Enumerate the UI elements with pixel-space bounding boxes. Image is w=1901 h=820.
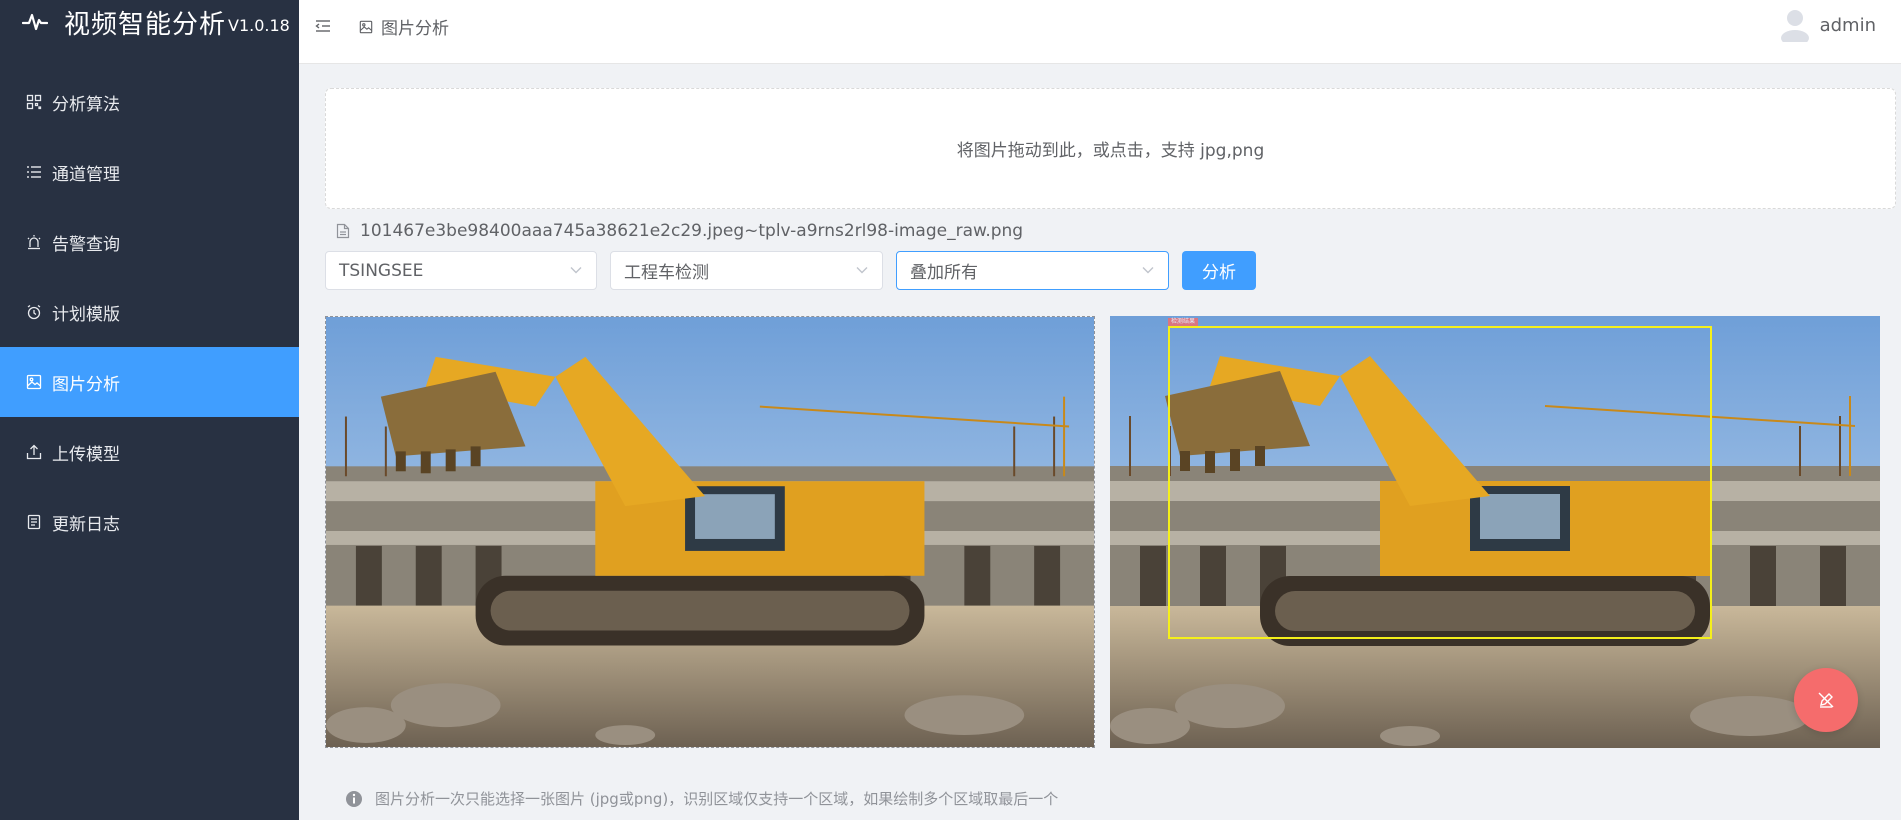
collapse-sidebar-icon[interactable] [315,18,331,34]
sidebar: 视频智能分析 V1.0.18 分析算法 通道管理 告警查询 计划模版 图片分析 … [0,0,299,820]
clear-region-button[interactable] [1794,668,1858,732]
chevron-down-icon [856,267,868,274]
pulse-logo-icon [22,13,48,31]
usage-note: 图片分析一次只能选择一张图片 (jpg或png)，识别区域仅支持一个区域，如果绘… [345,788,1058,809]
detection-box [1168,326,1712,639]
overlay-select[interactable]: 叠加所有 [896,251,1169,290]
algorithm-select-value: 工程车检测 [624,263,709,283]
sidebar-item-alarms[interactable]: 告警查询 [0,207,299,277]
username: admin [1819,14,1876,36]
file-icon [336,223,350,239]
sidebar-item-label: 告警查询 [52,234,120,255]
sidebar-item-upload-model[interactable]: 上传模型 [0,417,299,487]
overlay-select-value: 叠加所有 [910,263,978,283]
selected-file: 101467e3be98400aaa745a38621e2c29.jpeg~tp… [336,221,1023,241]
upload-hint: 将图片拖动到此，或点击，支持 jpg,png [956,141,1265,161]
app-version: V1.0.18 [228,15,290,35]
sidebar-item-schedules[interactable]: 计划模版 [0,277,299,347]
sidebar-menu: 分析算法 通道管理 告警查询 计划模版 图片分析 上传模型 更新日志 [0,67,299,557]
sidebar-item-image-analysis[interactable]: 图片分析 [0,347,299,417]
sidebar-item-label: 通道管理 [52,164,120,185]
user-menu[interactable]: admin [1780,8,1876,42]
avatar [1780,10,1809,42]
sidebar-item-label: 分析算法 [52,94,120,115]
usage-note-text: 图片分析一次只能选择一张图片 (jpg或png)，识别区域仅支持一个区域，如果绘… [375,790,1059,808]
vendor-select-value: TSINGSEE [339,260,424,281]
info-icon [346,790,362,807]
brand: 视频智能分析 V1.0.18 [0,0,299,44]
grid-icon [26,94,42,110]
document-icon [27,514,41,530]
breadcrumb: 图片分析 [359,14,449,39]
sidebar-item-channels[interactable]: 通道管理 [0,137,299,207]
algorithm-select[interactable]: 工程车检测 [610,251,883,290]
upload-dropzone[interactable]: 将图片拖动到此，或点击，支持 jpg,png [325,88,1896,209]
list-icon [27,166,41,178]
excavator-photo [326,317,1094,747]
alarm-clock-icon [27,304,41,320]
analyze-button-label: 分析 [1202,263,1236,283]
upload-icon [26,444,42,460]
source-image-canvas[interactable] [325,316,1095,748]
sidebar-item-algorithms[interactable]: 分析算法 [0,67,299,137]
chevron-down-icon [570,267,582,274]
analyze-button[interactable]: 分析 [1182,251,1256,290]
sidebar-item-label: 计划模版 [52,304,120,325]
sidebar-item-label: 图片分析 [52,374,120,395]
sidebar-item-changelog[interactable]: 更新日志 [0,487,299,557]
alarm-icon [27,235,41,250]
detection-label: 检测结果 [1168,318,1199,326]
sidebar-item-label: 上传模型 [52,444,120,465]
edit-off-icon [1818,692,1834,708]
app-title: 视频智能分析 [64,9,227,40]
result-image: 检测结果 [1110,316,1880,748]
picture-icon [26,374,42,390]
breadcrumb-label: 图片分析 [381,19,449,39]
top-header: 图片分析 admin [299,0,1901,64]
picture-icon [359,20,373,33]
file-name: 101467e3be98400aaa745a38621e2c29.jpeg~tp… [360,221,1024,241]
sidebar-item-label: 更新日志 [52,514,120,535]
vendor-select[interactable]: TSINGSEE [325,251,597,290]
chevron-down-icon [1142,267,1154,274]
